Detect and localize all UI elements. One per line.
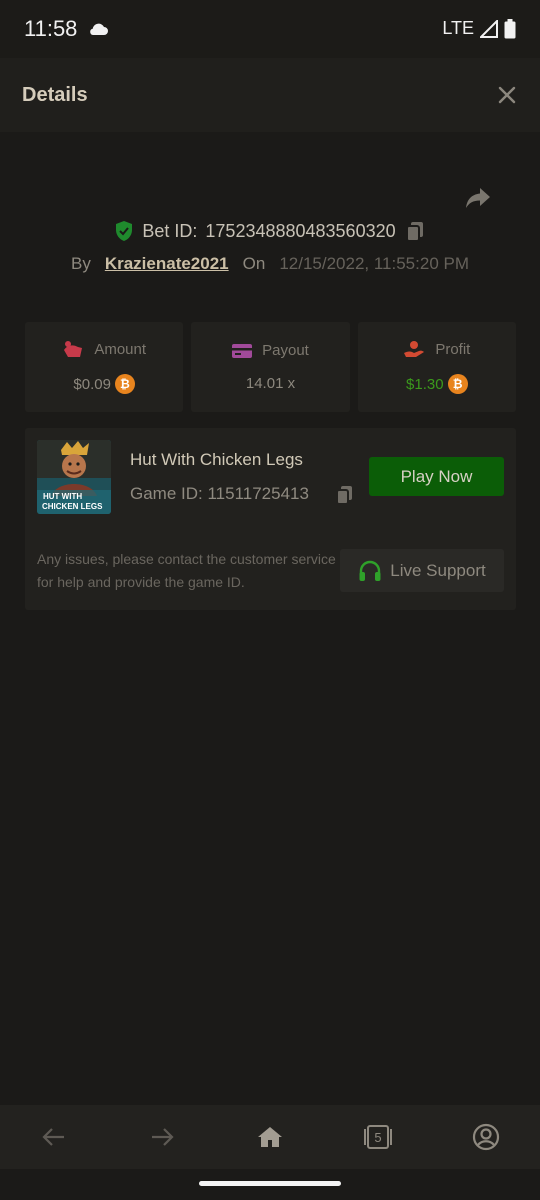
payout-label: Payout — [262, 342, 309, 359]
arrow-right-icon — [152, 1128, 174, 1146]
profit-label: Profit — [435, 340, 471, 358]
nav-tabs-button[interactable]: 5 — [358, 1117, 398, 1157]
network-label: LTE — [442, 18, 474, 38]
battery-icon — [504, 18, 516, 38]
gesture-handle[interactable] — [199, 1181, 341, 1186]
bet-stats: Amount $0.09 ₿ Payout 14.01 x Profit $1.… — [25, 322, 516, 412]
game-thumbnail[interactable]: HUT WITH CHICKEN LEGS — [37, 440, 111, 514]
nav-account-button[interactable] — [466, 1117, 506, 1157]
share-icon[interactable] — [464, 186, 492, 210]
page-title: Details — [22, 84, 88, 106]
by-label: By — [70, 254, 91, 273]
status-indicators: LTE — [442, 18, 516, 39]
headset-icon — [359, 560, 381, 581]
copy-game-id-icon[interactable] — [335, 484, 355, 506]
tabs-icon: 5 — [364, 1125, 392, 1149]
bet-id-label: Bet ID: — [142, 220, 198, 241]
live-support-label: Live Support — [390, 560, 486, 580]
tabs-count: 5 — [374, 1130, 381, 1145]
bet-id-value: 1752348880483560320 — [205, 220, 396, 241]
home-icon — [258, 1127, 282, 1147]
thumb-title-line-2: CHICKEN LEGS — [42, 502, 103, 511]
game-title: Hut With Chicken Legs — [130, 450, 303, 469]
arrow-left-icon — [42, 1128, 64, 1146]
payout-card-icon — [232, 343, 253, 358]
amount-label: Amount — [94, 340, 147, 358]
browser-bottom-nav: 5 — [0, 1105, 540, 1169]
signal-icon — [480, 19, 498, 38]
verified-shield-icon — [116, 221, 133, 241]
close-icon[interactable] — [496, 84, 518, 106]
username-link[interactable]: Krazienate2021 — [105, 254, 229, 274]
nav-back-button[interactable] — [34, 1117, 74, 1157]
details-header: Details — [0, 58, 540, 132]
account-icon — [472, 1123, 500, 1151]
thumb-title-line-1: HUT WITH — [43, 492, 82, 501]
profit-card: Profit $1.30 ₿ — [357, 322, 516, 412]
live-support-button[interactable]: Live Support — [340, 549, 504, 592]
bet-date: 12/15/2022, 11:55:20 PM — [279, 254, 469, 273]
bet-id-row: Bet ID: 1752348880483560320 — [0, 220, 540, 242]
play-now-button[interactable]: Play Now — [369, 457, 504, 496]
payout-value: 14.01 x — [245, 375, 296, 392]
amount-card: Amount $0.09 ₿ — [25, 322, 184, 412]
profit-icon — [404, 341, 425, 357]
bitcoin-icon: ₿ — [114, 374, 135, 394]
cloud-icon — [90, 23, 108, 35]
bet-author-row: By Krazienate2021 On 12/15/2022, 11:55:2… — [0, 254, 540, 274]
profit-value: $1.30 — [406, 375, 444, 393]
game-id: Game ID: 11511725413 — [130, 484, 309, 503]
bitcoin-icon: ₿ — [447, 374, 468, 394]
payout-card: Payout 14.01 x — [191, 322, 350, 412]
nav-home-button[interactable] — [250, 1117, 290, 1157]
support-help-text: Any issues, please contact the customer … — [37, 551, 336, 590]
amount-value: $0.09 — [73, 375, 111, 393]
nav-forward-button[interactable] — [142, 1117, 182, 1157]
status-bar: 11:58 LTE — [0, 0, 540, 58]
on-label: On — [242, 254, 266, 273]
game-card: HUT WITH CHICKEN LEGS Hut With Chicken L… — [25, 428, 516, 610]
amount-icon — [64, 341, 83, 357]
copy-bet-id-icon[interactable] — [404, 220, 426, 242]
status-time: 11:58 — [24, 16, 78, 41]
